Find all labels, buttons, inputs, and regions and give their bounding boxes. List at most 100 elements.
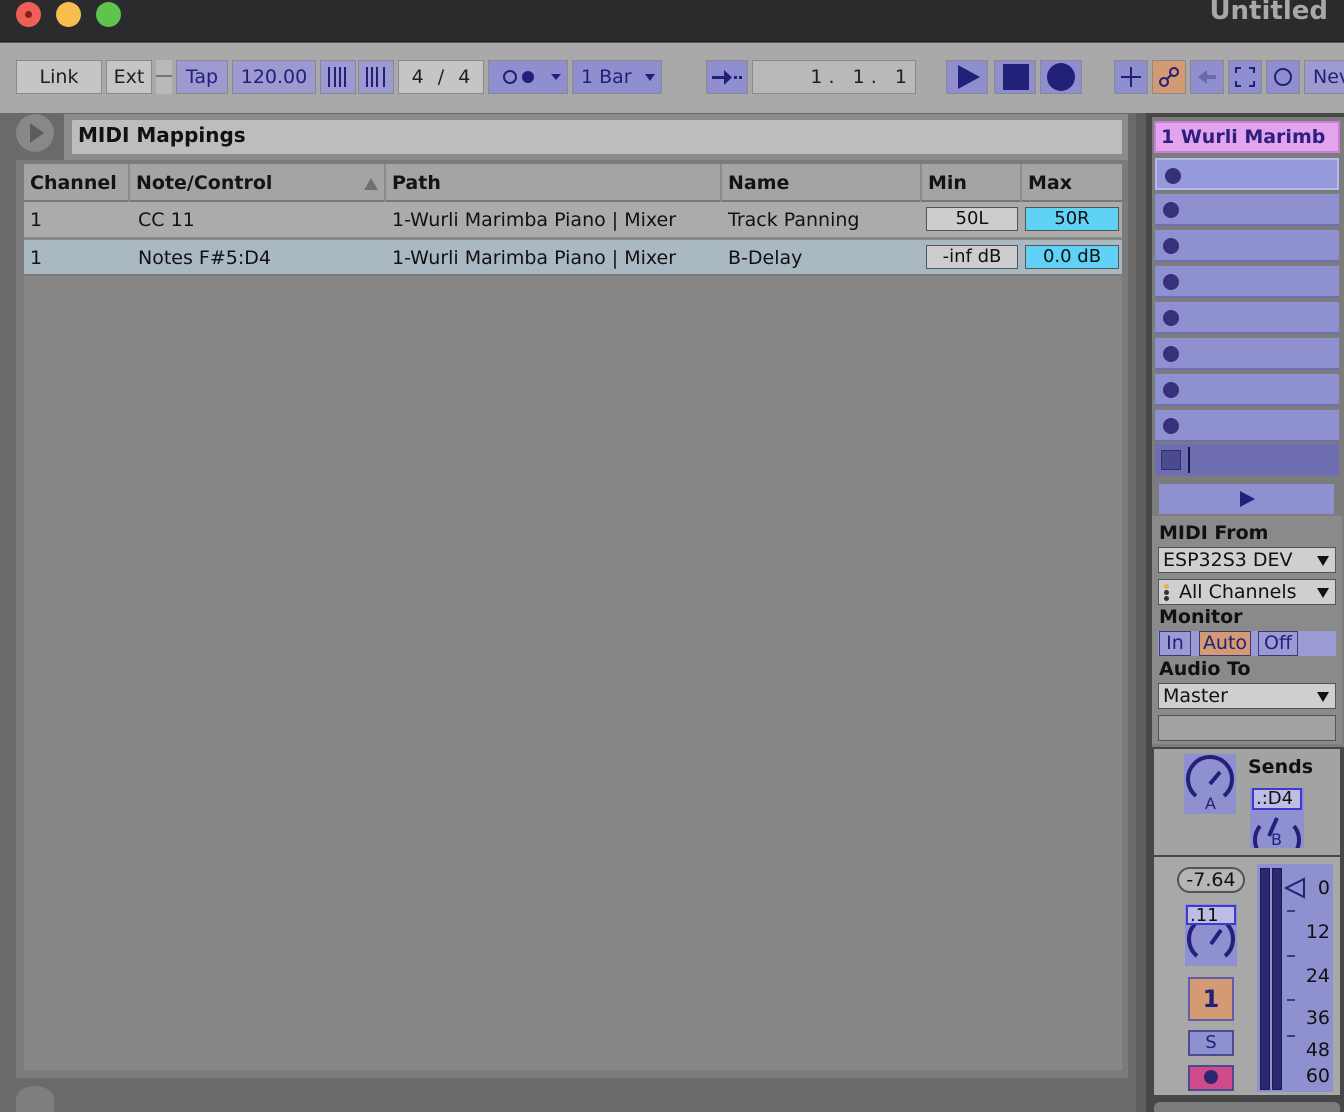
- nudge-down-icon[interactable]: [320, 60, 356, 94]
- column-header-note-control-label: Note/Control: [136, 172, 273, 194]
- send-b-label: B: [1271, 830, 1282, 849]
- table-row[interactable]: 1 Notes F#5:D4 1-Wurli Marimba Piano | M…: [24, 240, 1122, 276]
- cell-channel: 1: [30, 209, 43, 231]
- send-a-label: A: [1205, 794, 1216, 813]
- min-value-field[interactable]: 50L: [926, 207, 1018, 231]
- midi-from-value: ESP32S3 DEV: [1163, 549, 1293, 571]
- clip-record-icon: [1165, 168, 1181, 184]
- browser-toggle-icon[interactable]: [16, 114, 54, 152]
- back-to-arrangement-icon[interactable]: [1190, 60, 1224, 94]
- column-header-note-control[interactable]: Note/Control: [130, 164, 386, 202]
- record-button[interactable]: [1040, 60, 1082, 94]
- midi-from-label: MIDI From: [1159, 522, 1269, 544]
- audio-to-channel-dropdown[interactable]: [1158, 715, 1336, 741]
- scale-label: 0: [1317, 877, 1330, 899]
- column-header-channel[interactable]: Channel: [24, 164, 130, 202]
- sort-ascending-icon: [364, 178, 378, 190]
- close-window-button[interactable]: [16, 2, 41, 27]
- song-position-field[interactable]: 1 . 1 . 1: [752, 60, 916, 94]
- nudge-up-icon[interactable]: [358, 60, 394, 94]
- metronome-button[interactable]: [488, 60, 568, 94]
- table-row[interactable]: 1 CC 11 1-Wurli Marimba Piano | Mixer Tr…: [24, 202, 1122, 238]
- send-b-mapping-value: .:D4: [1252, 788, 1302, 810]
- play-button[interactable]: [946, 60, 988, 94]
- time-signature-field[interactable]: 4 / 4: [398, 60, 484, 94]
- max-value-field[interactable]: 50R: [1025, 207, 1119, 231]
- groove-pool-icon[interactable]: [16, 1086, 54, 1112]
- chevron-down-icon: [1317, 588, 1329, 598]
- track-activator-button[interactable]: 1: [1188, 977, 1234, 1021]
- audio-to-dropdown[interactable]: Master: [1158, 683, 1336, 709]
- clip-record-icon: [1163, 310, 1179, 326]
- clip-slot[interactable]: [1155, 338, 1339, 370]
- column-header-max[interactable]: Max: [1022, 164, 1122, 202]
- scale-label: 60: [1305, 1065, 1330, 1087]
- cell-note-control: Notes F#5:D4: [138, 247, 271, 269]
- tap-tempo-button[interactable]: Tap: [176, 60, 228, 94]
- monitor-in-button[interactable]: In: [1159, 631, 1191, 656]
- clip-record-icon: [1163, 418, 1179, 434]
- clip-slot[interactable]: [1155, 302, 1339, 334]
- time-signature-separator: /: [437, 66, 445, 88]
- sends-label: Sends: [1248, 756, 1314, 778]
- cell-name: B-Delay: [728, 247, 803, 269]
- solo-button[interactable]: S: [1188, 1030, 1234, 1056]
- monitor-label: Monitor: [1159, 606, 1243, 628]
- chevron-down-icon: [645, 74, 655, 81]
- midi-input-icon: [1164, 584, 1169, 601]
- clip-slot[interactable]: [1155, 194, 1339, 226]
- column-header-name[interactable]: Name: [722, 164, 922, 202]
- arm-record-button[interactable]: [1188, 1065, 1234, 1091]
- column-header-min[interactable]: Min: [922, 164, 1022, 202]
- clip-record-icon: [1163, 238, 1179, 254]
- minimize-window-button[interactable]: [56, 2, 81, 27]
- max-value-field[interactable]: 0.0 dB: [1025, 245, 1119, 269]
- scale-label: 12: [1305, 921, 1330, 943]
- meter-right: [1272, 868, 1282, 1090]
- scale-label: 24: [1305, 965, 1330, 987]
- new-button[interactable]: Nev: [1304, 60, 1344, 94]
- add-icon[interactable]: [1114, 60, 1148, 94]
- track-volume-field[interactable]: -7.64: [1177, 867, 1245, 893]
- monitor-off-button[interactable]: Off: [1258, 631, 1298, 656]
- clip-slot[interactable]: [1155, 374, 1339, 406]
- clip-slot[interactable]: [1155, 266, 1339, 298]
- min-value-field[interactable]: -inf dB: [926, 245, 1018, 269]
- title-bar: Untitled: [0, 0, 1344, 42]
- scale-label: 36: [1305, 1007, 1330, 1029]
- column-header-path[interactable]: Path: [386, 164, 722, 202]
- capture-midi-icon[interactable]: [1228, 60, 1262, 94]
- clip-record-icon: [1163, 346, 1179, 362]
- cell-note-control: CC 11: [138, 209, 195, 231]
- play-scene-icon[interactable]: [1159, 484, 1334, 514]
- clip-slot[interactable]: [1155, 230, 1339, 262]
- audio-to-label: Audio To: [1159, 658, 1251, 680]
- zoom-window-button[interactable]: [96, 2, 121, 27]
- ext-sync-button[interactable]: Ext: [106, 60, 152, 94]
- cell-channel: 1: [30, 247, 43, 269]
- automation-arm-icon[interactable]: [1152, 60, 1186, 94]
- follow-icon[interactable]: [706, 60, 748, 94]
- clip-slot[interactable]: [1155, 410, 1339, 442]
- window-title: Untitled: [1209, 0, 1328, 26]
- track-footer: [1154, 1102, 1340, 1112]
- midi-channel-dropdown[interactable]: All Channels: [1158, 579, 1336, 605]
- time-signature-numerator: 4: [411, 66, 424, 88]
- midi-from-dropdown[interactable]: ESP32S3 DEV: [1158, 547, 1336, 573]
- pan-mapping-value: .11: [1186, 905, 1236, 925]
- mapping-table: Channel Note/Control Path Name Min Max 1…: [24, 164, 1122, 1070]
- table-header: Channel Note/Control Path Name Min Max: [24, 164, 1122, 202]
- clip-slot[interactable]: [1155, 158, 1339, 190]
- quantization-dropdown[interactable]: 1 Bar: [572, 60, 662, 94]
- link-button[interactable]: Link: [16, 60, 102, 94]
- monitor-auto-button[interactable]: Auto: [1199, 631, 1251, 656]
- clip-stop-slot[interactable]: [1155, 444, 1339, 476]
- audio-to-value: Master: [1163, 685, 1228, 707]
- tempo-field[interactable]: 120.00: [232, 60, 316, 94]
- stop-button[interactable]: [994, 60, 1036, 94]
- clip-record-icon: [1163, 274, 1179, 290]
- quantization-value: 1 Bar: [581, 66, 632, 88]
- session-record-icon[interactable]: [1266, 60, 1300, 94]
- track-title[interactable]: 1 Wurli Marimb: [1154, 121, 1340, 153]
- send-a-knob[interactable]: A: [1184, 754, 1236, 814]
